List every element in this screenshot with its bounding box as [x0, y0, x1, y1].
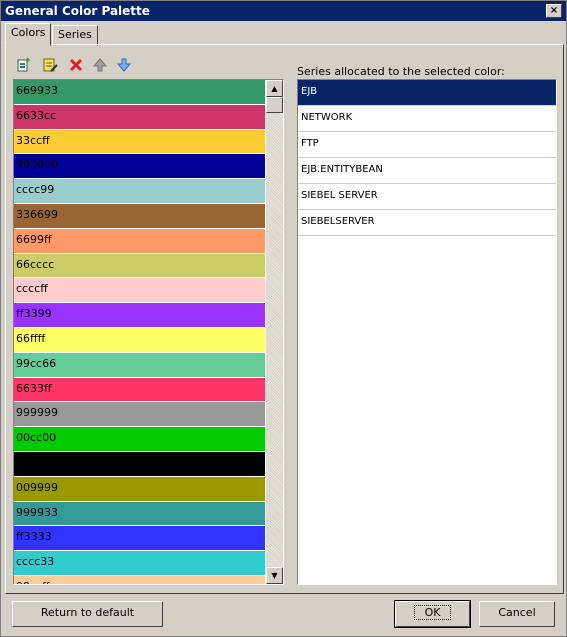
series-list[interactable]: EJB NETWORK FTP EJB.ENTITYBEAN SIEBEL SERVER…	[297, 79, 557, 585]
add-color-icon[interactable]	[15, 57, 33, 75]
color-swatch[interactable]: 99cc66	[14, 352, 265, 378]
scroll-thumb[interactable]	[266, 97, 283, 113]
edit-color-icon[interactable]	[41, 57, 59, 75]
ok-button[interactable]: OK	[394, 600, 471, 628]
tab-colors[interactable]: Colors	[5, 23, 52, 46]
color-swatch[interactable]: 009999	[14, 476, 265, 502]
tab-series[interactable]: Series	[52, 25, 98, 46]
color-swatch[interactable]: 336699	[14, 203, 265, 229]
color-swatch[interactable]: 33ccff	[14, 129, 265, 155]
series-item[interactable]: EJB	[298, 80, 556, 106]
color-swatch[interactable]: 99ccff	[14, 575, 265, 584]
cancel-button[interactable]: Cancel	[479, 601, 555, 627]
color-swatch[interactable]: 669933	[14, 80, 265, 105]
color-swatch[interactable]: 000000	[14, 451, 265, 477]
title-bar: General Color Palette ×	[1, 1, 566, 21]
return-to-default-label: Return to default	[40, 606, 135, 619]
color-swatch[interactable]: 6633ff	[14, 377, 265, 403]
series-item[interactable]: EJB.ENTITYBEAN	[298, 158, 556, 184]
return-to-default-button[interactable]: Return to default	[12, 601, 163, 627]
scroll-down-button[interactable]: ▼	[266, 567, 283, 584]
move-up-icon[interactable]	[91, 57, 109, 75]
color-swatch[interactable]: 6699ff	[14, 228, 265, 254]
color-swatch[interactable]: 999933	[14, 501, 265, 527]
color-swatch[interactable]: 990000	[14, 154, 265, 180]
scroll-up-button[interactable]: ▲	[266, 80, 283, 97]
color-swatch[interactable]: ff3333	[14, 526, 265, 552]
color-swatch[interactable]: ccccff	[14, 278, 265, 304]
series-item[interactable]: SIEBELSERVER	[298, 210, 556, 236]
close-button[interactable]: ×	[546, 4, 562, 18]
color-swatch[interactable]: ff3399	[14, 303, 265, 328]
color-swatch[interactable]: 999999	[14, 402, 265, 428]
series-item[interactable]: FTP	[298, 132, 556, 158]
move-down-icon[interactable]	[115, 57, 133, 75]
series-label: Series allocated to the selected color:	[297, 65, 505, 78]
color-swatch[interactable]: cccc99	[14, 179, 265, 204]
cancel-label: Cancel	[498, 606, 536, 619]
window-title: General Color Palette	[5, 4, 150, 18]
dialog-window: General Color Palette × Colors Series 66…	[0, 0, 567, 637]
color-swatch[interactable]: 00cc00	[14, 427, 265, 452]
series-item[interactable]: NETWORK	[298, 106, 556, 132]
color-list[interactable]: 669933 6633cc 33ccff 990000 cccc99 336699 6699…	[13, 79, 284, 585]
color-swatch[interactable]: 66cccc	[14, 253, 265, 279]
delete-icon[interactable]	[67, 57, 85, 75]
series-item[interactable]: SIEBEL SERVER	[298, 184, 556, 210]
ok-label: OK	[413, 605, 452, 620]
vertical-scrollbar[interactable]: ▲ ▼	[266, 80, 283, 584]
color-swatches: 669933 6633cc 33ccff 990000 cccc99 336699 6699…	[14, 80, 265, 584]
color-swatch[interactable]: 6633cc	[14, 104, 265, 130]
color-swatch[interactable]: 66ffff	[14, 327, 265, 353]
color-swatch[interactable]: cccc33	[14, 551, 265, 576]
